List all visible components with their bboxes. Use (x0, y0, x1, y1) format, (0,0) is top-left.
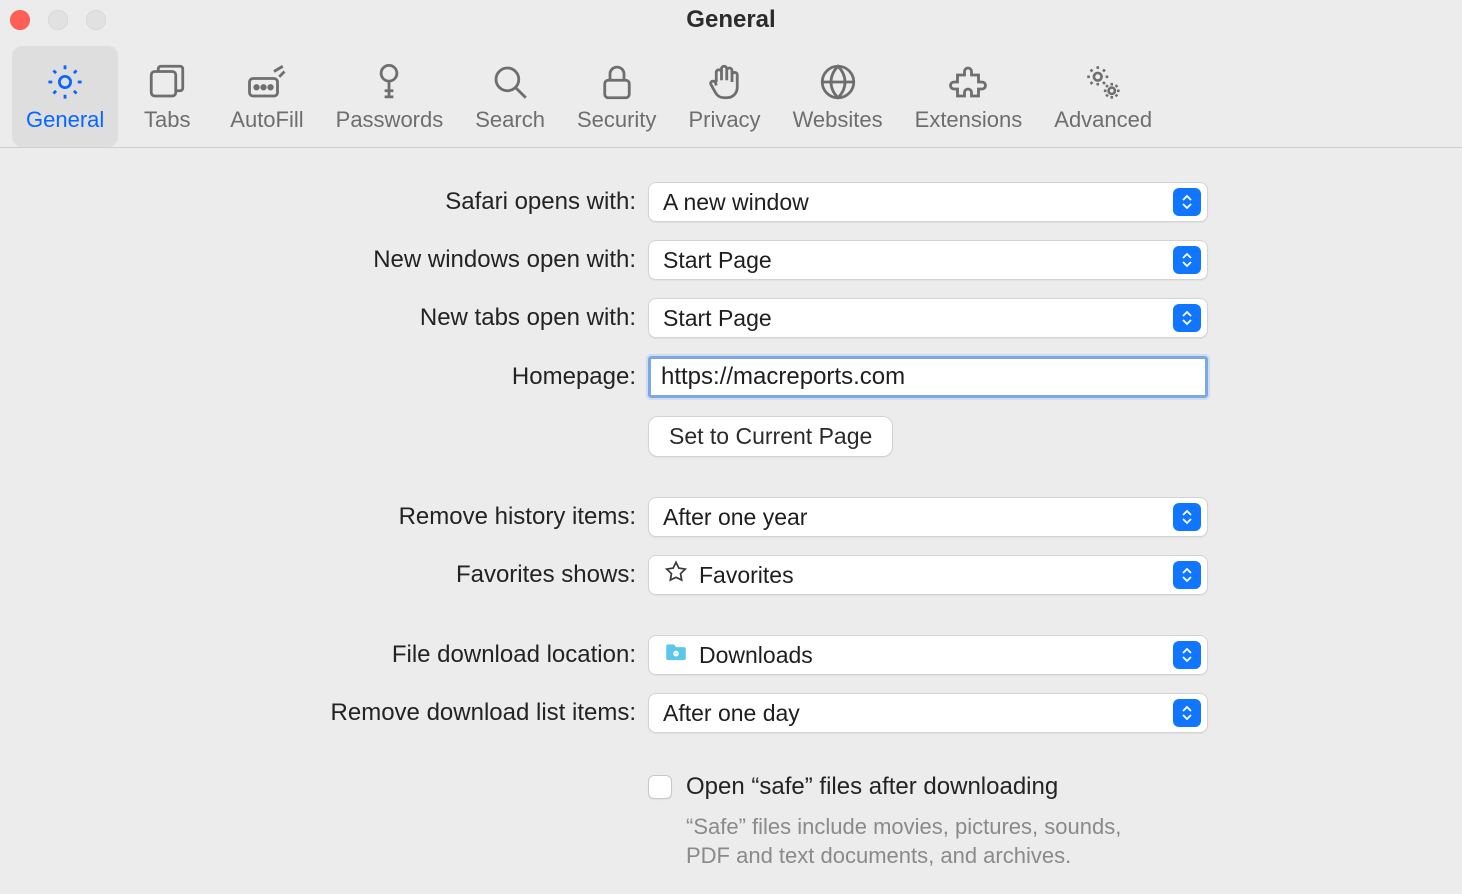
help-text-safe-files: “Safe” files include movies, pictures, s… (648, 813, 1168, 870)
maximize-button[interactable] (86, 10, 106, 30)
popup-value: Downloads (663, 639, 1173, 671)
checkbox-open-safe-files[interactable] (648, 775, 672, 799)
folder-icon (663, 639, 689, 671)
traffic-lights (10, 10, 106, 30)
input-value: https://macreports.com (661, 363, 905, 391)
input-homepage[interactable]: https://macreports.com (648, 356, 1208, 398)
key-icon (368, 61, 410, 103)
label-new-windows: New windows open with: (0, 246, 648, 274)
toolbar-label: Privacy (688, 107, 760, 133)
popup-favorites-shows[interactable]: Favorites (648, 555, 1208, 595)
globe-icon (817, 61, 859, 103)
tab-advanced[interactable]: Advanced (1040, 46, 1166, 147)
toolbar-label: Search (475, 107, 545, 133)
gear-icon (44, 61, 86, 103)
popup-value: Start Page (663, 247, 1173, 274)
popup-value: After one year (663, 504, 1173, 531)
chevron-updown-icon (1173, 304, 1201, 332)
label-homepage: Homepage: (0, 363, 648, 391)
chevron-updown-icon (1173, 188, 1201, 216)
popup-value: A new window (663, 189, 1173, 216)
popup-value: Favorites (663, 559, 1173, 591)
label-remove-downloads: Remove download list items: (0, 699, 648, 727)
tab-security[interactable]: Security (563, 46, 670, 147)
popup-download-location[interactable]: Downloads (648, 635, 1208, 675)
tab-tabs[interactable]: Tabs (122, 46, 212, 147)
star-icon (663, 559, 689, 591)
toolbar-label: AutoFill (230, 107, 303, 133)
tab-general[interactable]: General (12, 46, 118, 147)
preferences-toolbar: General Tabs AutoFill Passwords Search S… (0, 40, 1462, 148)
toolbar-label: Passwords (336, 107, 444, 133)
popup-safari-opens-with[interactable]: A new window (648, 182, 1208, 222)
tab-websites[interactable]: Websites (779, 46, 897, 147)
tab-privacy[interactable]: Privacy (674, 46, 774, 147)
toolbar-label: General (26, 107, 104, 133)
label-safari-opens-with: Safari opens with: (0, 188, 648, 216)
autofill-icon (246, 61, 288, 103)
titlebar: General (0, 0, 1462, 40)
label-favorites-shows: Favorites shows: (0, 561, 648, 589)
tab-autofill[interactable]: AutoFill (216, 46, 317, 147)
label-new-tabs: New tabs open with: (0, 304, 648, 332)
popup-new-windows[interactable]: Start Page (648, 240, 1208, 280)
chevron-updown-icon (1173, 699, 1201, 727)
toolbar-label: Websites (793, 107, 883, 133)
button-label: Set to Current Page (669, 423, 872, 450)
tabs-icon (146, 61, 188, 103)
settings-content: Safari opens with: A new window New wind… (0, 148, 1462, 870)
toolbar-label: Security (577, 107, 656, 133)
chevron-updown-icon (1173, 503, 1201, 531)
tab-passwords[interactable]: Passwords (322, 46, 458, 147)
hand-icon (704, 61, 746, 103)
checkbox-label: Open “safe” files after downloading (686, 773, 1058, 801)
popup-remove-downloads[interactable]: After one day (648, 693, 1208, 733)
window-title: General (686, 6, 775, 34)
close-button[interactable] (10, 10, 30, 30)
label-download-location: File download location: (0, 641, 648, 669)
chevron-updown-icon (1173, 246, 1201, 274)
popup-remove-history[interactable]: After one year (648, 497, 1208, 537)
toolbar-label: Tabs (144, 107, 190, 133)
chevron-updown-icon (1173, 561, 1201, 589)
tab-extensions[interactable]: Extensions (901, 46, 1037, 147)
toolbar-label: Advanced (1054, 107, 1152, 133)
puzzle-icon (947, 61, 989, 103)
minimize-button[interactable] (48, 10, 68, 30)
popup-new-tabs[interactable]: Start Page (648, 298, 1208, 338)
search-icon (489, 61, 531, 103)
toolbar-label: Extensions (915, 107, 1023, 133)
lock-icon (596, 61, 638, 103)
label-remove-history: Remove history items: (0, 503, 648, 531)
chevron-updown-icon (1173, 641, 1201, 669)
tab-search[interactable]: Search (461, 46, 559, 147)
set-to-current-page-button[interactable]: Set to Current Page (648, 416, 893, 457)
popup-value: Start Page (663, 305, 1173, 332)
gears-icon (1082, 61, 1124, 103)
popup-value: After one day (663, 700, 1173, 727)
